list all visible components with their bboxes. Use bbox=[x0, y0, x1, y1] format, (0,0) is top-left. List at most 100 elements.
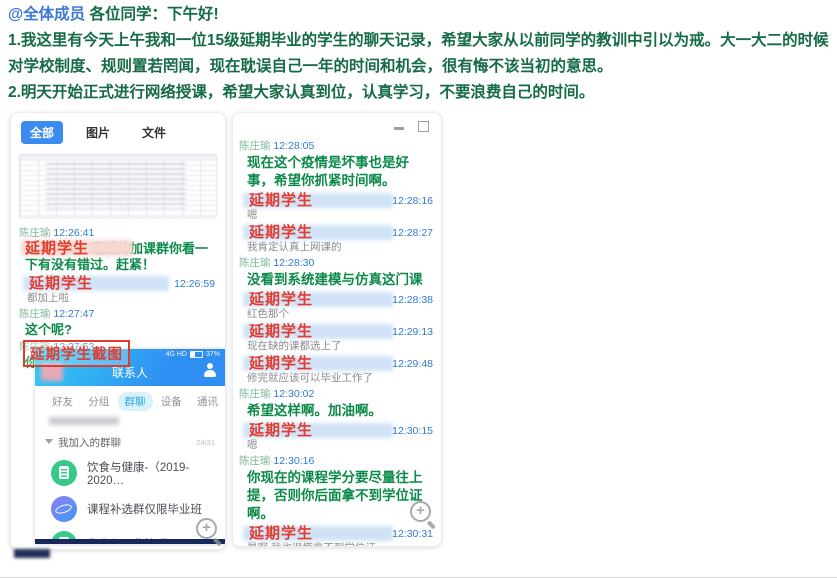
student-label-row: 延期学生 12:28:38 bbox=[239, 291, 435, 308]
sender-name: 陈庄瑜 bbox=[19, 308, 53, 320]
message-timestamp: 12:30:15 bbox=[392, 425, 433, 437]
announcement: @全体成员 各位同学：下午好! 1.我这里有今天上午我和一位15级延期毕业的学生… bbox=[8, 2, 832, 106]
blurred-row bbox=[49, 417, 119, 425]
message-timestamp: 12:28:05 bbox=[273, 140, 314, 152]
message-sender-row: 陈庄瑜 12:28:30 bbox=[239, 257, 435, 270]
phone-screenshot: 4G HD 37% 联系人 好友分组群聊设备通讯 我加入的群聊 24/31 饮食… bbox=[35, 349, 225, 544]
add-contact-icon[interactable] bbox=[203, 363, 217, 379]
right-chat-screenshot[interactable]: 陈庄瑜 12:28:05现在这个疫情是坏事也是好事，希望你抓紧时间啊。延期学生1… bbox=[232, 112, 442, 547]
maximize-icon[interactable] bbox=[418, 121, 429, 132]
message-timestamp: 12:28:27 bbox=[392, 227, 433, 239]
mention-all-members[interactable]: @全体成员 bbox=[8, 6, 85, 23]
student-label-row: 延期学生 12:28:16 bbox=[239, 192, 435, 209]
message-timestamp: 12:29:48 bbox=[392, 358, 433, 370]
student-label-row: 延期学生 12:30:15 bbox=[239, 422, 435, 439]
student-label-row: 延期学生 12:30:31 bbox=[239, 525, 435, 542]
filter-tab-图片[interactable]: 图片 bbox=[77, 121, 119, 144]
sender-name: 陈庄瑜 bbox=[239, 140, 273, 152]
group-name: 饮食与健康-（2019-2020… bbox=[87, 459, 225, 487]
phone-status-bar: 4G HD 37% bbox=[166, 351, 220, 358]
group-name: 课程补选群仅限毕业班 bbox=[87, 501, 202, 517]
message-timestamp: 12:29:13 bbox=[392, 326, 433, 338]
window-controls bbox=[394, 121, 429, 132]
page: @全体成员 各位同学：下午好! 1.我这里有今天上午我和一位15级延期毕业的学生… bbox=[0, 0, 837, 578]
sender-name: 陈庄瑜 bbox=[239, 455, 273, 467]
student-message: 嗯 bbox=[247, 209, 435, 222]
message-sender-row: 陈庄瑜 12:26:41 bbox=[19, 227, 217, 240]
left-chat-screenshot[interactable]: 全部图片文件 陈庄瑜 12:26:41延期学生最近的加课群你看一下有没有错过。赶… bbox=[10, 112, 226, 550]
student-message: 都加上啦 bbox=[27, 292, 217, 305]
teacher-message: 没看到系统建模与仿真这门课 bbox=[247, 271, 435, 289]
message-timestamp: 12:28:16 bbox=[392, 195, 433, 207]
phone-tab-设备[interactable]: 设备 bbox=[154, 392, 189, 411]
blurred-fragment bbox=[14, 549, 50, 558]
group-list-item[interactable]: 饮食与健康-（2019-2020… bbox=[51, 459, 225, 487]
message-timestamp: 12:30:31 bbox=[392, 528, 433, 540]
teacher-message: 希望这样啊。加油啊。 bbox=[247, 402, 435, 420]
annotation-box: 延期学生截图 bbox=[23, 340, 130, 367]
message-sender-row: 陈庄瑜 12:28:05 bbox=[239, 140, 435, 153]
censored-label-wrap: 延期学生 bbox=[25, 241, 91, 256]
collapse-triangle-icon[interactable] bbox=[45, 439, 53, 444]
battery-icon bbox=[190, 351, 203, 358]
teacher-message: 你现在的课程学分要尽量往上提，否则你后面拿不到学位证啊。 bbox=[247, 469, 435, 523]
redacted-student-label: 延期学生 bbox=[25, 240, 89, 257]
spreadsheet-thumbnail[interactable] bbox=[19, 154, 217, 218]
message-timestamp: 12:30:02 bbox=[273, 388, 314, 400]
sender-name: 陈庄瑜 bbox=[19, 227, 53, 239]
teacher-message: 现在这个疫情是坏事也是好事，希望你抓紧时间啊。 bbox=[247, 154, 435, 190]
phone-tab-通讯[interactable]: 通讯 bbox=[190, 392, 225, 411]
planet-icon bbox=[51, 496, 77, 522]
student-message: 嗯 bbox=[247, 439, 435, 452]
message-timestamp: 12:28:30 bbox=[273, 257, 314, 269]
magnifier-icon[interactable] bbox=[196, 518, 217, 539]
student-label-row: 延期学生 12:26:59 bbox=[19, 275, 217, 292]
teacher-message: 延期学生最近的加课群你看一下有没有错过。赶紧！ bbox=[25, 241, 217, 273]
right-chat-messages: 陈庄瑜 12:28:05现在这个疫情是坏事也是好事，希望你抓紧时间啊。延期学生1… bbox=[233, 113, 441, 547]
student-label-row: 延期学生12:28:27 bbox=[239, 224, 435, 241]
doc-icon bbox=[51, 460, 77, 486]
filter-tab-全部[interactable]: 全部 bbox=[21, 121, 63, 144]
filter-tabs: 全部图片文件 bbox=[11, 113, 225, 148]
redacted-student-label: 延期学生 bbox=[239, 192, 313, 209]
message-timestamp: 12:28:38 bbox=[392, 294, 433, 306]
student-message: 是啊 我也很慌拿不到学位证 bbox=[247, 542, 435, 547]
student-message: 现在缺的课都选上了 bbox=[247, 340, 435, 353]
student-label-row: 延期学生 12:29:13 bbox=[239, 323, 435, 340]
sender-name: 陈庄瑜 bbox=[239, 257, 273, 269]
section-count: 24/31 bbox=[196, 438, 215, 447]
redacted-student-label: 延期学生 bbox=[239, 291, 313, 308]
greeting-line: @全体成员 各位同学：下午好! bbox=[8, 2, 832, 28]
message-timestamp: 12:27:47 bbox=[53, 308, 94, 320]
announcement-paragraph-1: 1.我这里有今天上午我和一位15级延期毕业的学生的聊天记录，希望大家从以前同学的… bbox=[8, 28, 832, 80]
teacher-message: 这个呢? bbox=[25, 322, 217, 338]
phone-bottom-bar bbox=[35, 539, 225, 544]
magnifier-icon[interactable] bbox=[410, 501, 431, 522]
greeting-text: 各位同学：下午好! bbox=[89, 6, 218, 23]
student-message: 红色那个 bbox=[247, 308, 435, 321]
section-title: 我加入的群聊 bbox=[45, 435, 121, 450]
redacted-student-label: 延期学生 bbox=[239, 355, 313, 372]
redacted-student-label: 延期学生 bbox=[239, 525, 313, 542]
announcement-paragraph-2: 2.明天开始正式进行网络授课，希望大家认真到位，认真学习，不要浪费自己的时间。 bbox=[8, 80, 832, 106]
phone-tab-分组[interactable]: 分组 bbox=[81, 392, 116, 411]
phone-tab-好友[interactable]: 好友 bbox=[45, 392, 80, 411]
message-timestamp: 12:26:59 bbox=[174, 278, 215, 290]
redacted-student-label: 延期学生 bbox=[239, 323, 313, 340]
student-message: 我肯定认真上网课的 bbox=[247, 241, 435, 254]
message-sender-row: 陈庄瑜 12:30:16 bbox=[239, 455, 435, 468]
student-label-row: 延期学生 12:29:48 bbox=[239, 355, 435, 372]
joined-groups-section[interactable]: 我加入的群聊 24/31 bbox=[45, 435, 215, 450]
redacted-student-label: 延期学生 bbox=[239, 422, 313, 439]
minimize-icon[interactable] bbox=[394, 127, 404, 130]
message-sender-row: 陈庄瑜 12:27:47 bbox=[19, 308, 217, 321]
battery-percent: 37% bbox=[206, 351, 220, 358]
phone-tab-群聊[interactable]: 群聊 bbox=[118, 392, 153, 411]
filter-tab-文件[interactable]: 文件 bbox=[133, 121, 175, 144]
message-timestamp: 12:26:41 bbox=[53, 227, 94, 239]
student-message: 修完就应该可以毕业工作了 bbox=[247, 372, 435, 385]
signal-label: 4G HD bbox=[166, 351, 187, 358]
redacted-student-label: 延期学生 bbox=[19, 275, 93, 292]
phone-tabs: 好友分组群聊设备通讯 bbox=[35, 386, 225, 415]
sender-name: 陈庄瑜 bbox=[239, 388, 273, 400]
